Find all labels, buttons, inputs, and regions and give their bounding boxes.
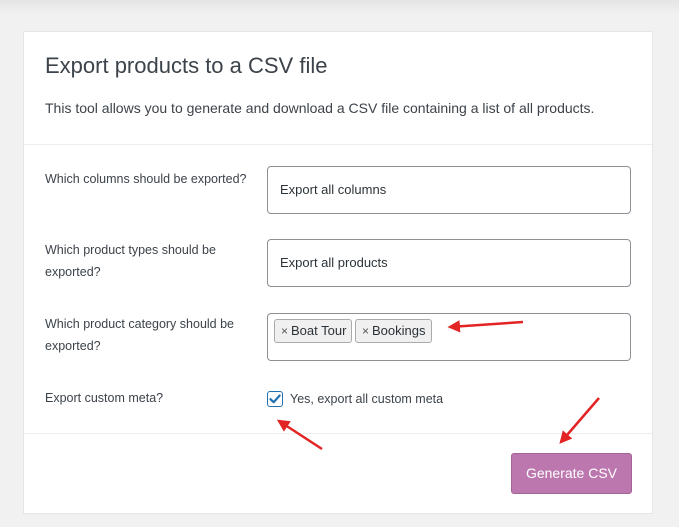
red-arrow-icon	[447, 320, 524, 333]
annotation-layer	[276, 320, 600, 451]
red-arrow-icon	[276, 419, 323, 451]
red-arrow-icon	[559, 397, 600, 444]
